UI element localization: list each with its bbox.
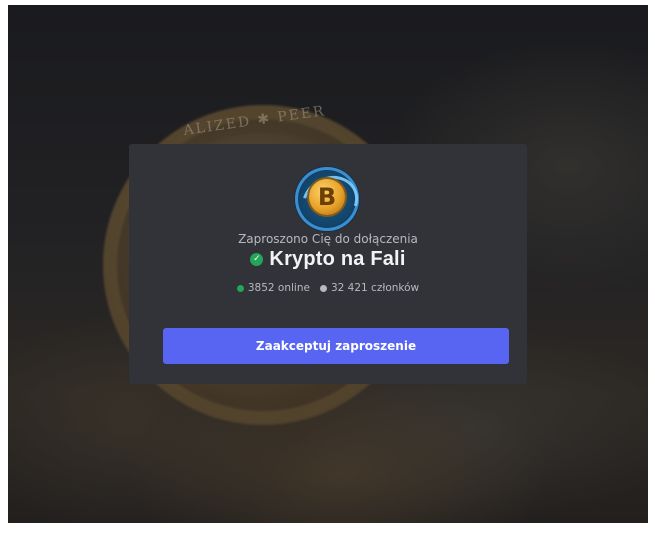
server-name-row: ✓ Krypto na Fali xyxy=(129,248,527,271)
server-name: Krypto na Fali xyxy=(269,248,406,270)
member-count: 32 421 członków xyxy=(330,282,420,294)
server-stats: 3852 online 32 421 członków xyxy=(129,282,527,294)
members-dot-icon xyxy=(319,284,327,292)
verified-check-icon: ✓ xyxy=(250,253,264,266)
bitcoin-wave-server-icon: B xyxy=(295,167,359,231)
invite-card: B Zaproszono Cię do dołączenia ✓ Krypto … xyxy=(129,144,527,384)
invite-page: ALIZED ✱ PEER B Zaproszono Cię do dołącz… xyxy=(8,5,648,523)
invited-text: Zaproszono Cię do dołączenia xyxy=(238,232,418,246)
members-stat: 32 421 członków xyxy=(319,282,420,294)
bitcoin-coin-icon: B xyxy=(309,179,345,215)
online-stat: 3852 online xyxy=(236,282,310,294)
accept-invite-button[interactable]: Zaakceptuj zaproszenie xyxy=(163,328,509,364)
online-dot-icon xyxy=(236,284,244,292)
online-count: 3852 online xyxy=(247,282,310,294)
